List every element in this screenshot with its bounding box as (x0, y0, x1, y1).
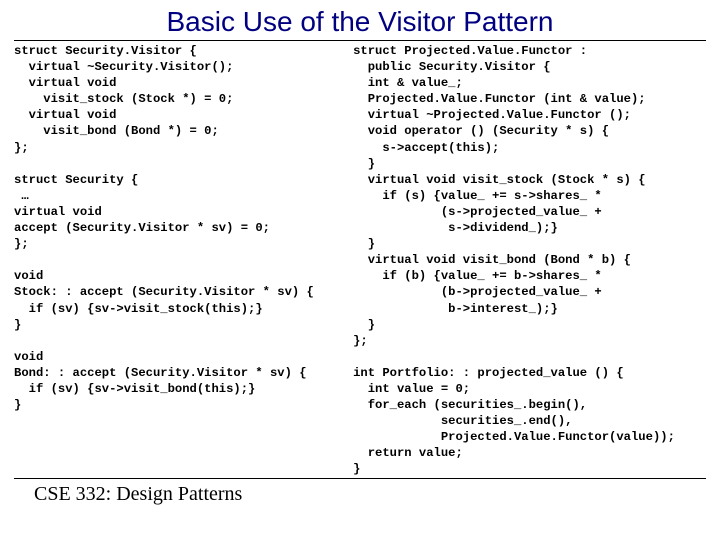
code-right: struct Projected.Value.Functor : public … (353, 43, 706, 478)
page-title: Basic Use of the Visitor Pattern (0, 0, 720, 40)
code-columns: struct Security.Visitor { virtual ~Secur… (0, 41, 720, 478)
code-left: struct Security.Visitor { virtual ~Secur… (14, 43, 353, 478)
slide: Basic Use of the Visitor Pattern struct … (0, 0, 720, 540)
footer-text: CSE 332: Design Patterns (0, 479, 720, 506)
